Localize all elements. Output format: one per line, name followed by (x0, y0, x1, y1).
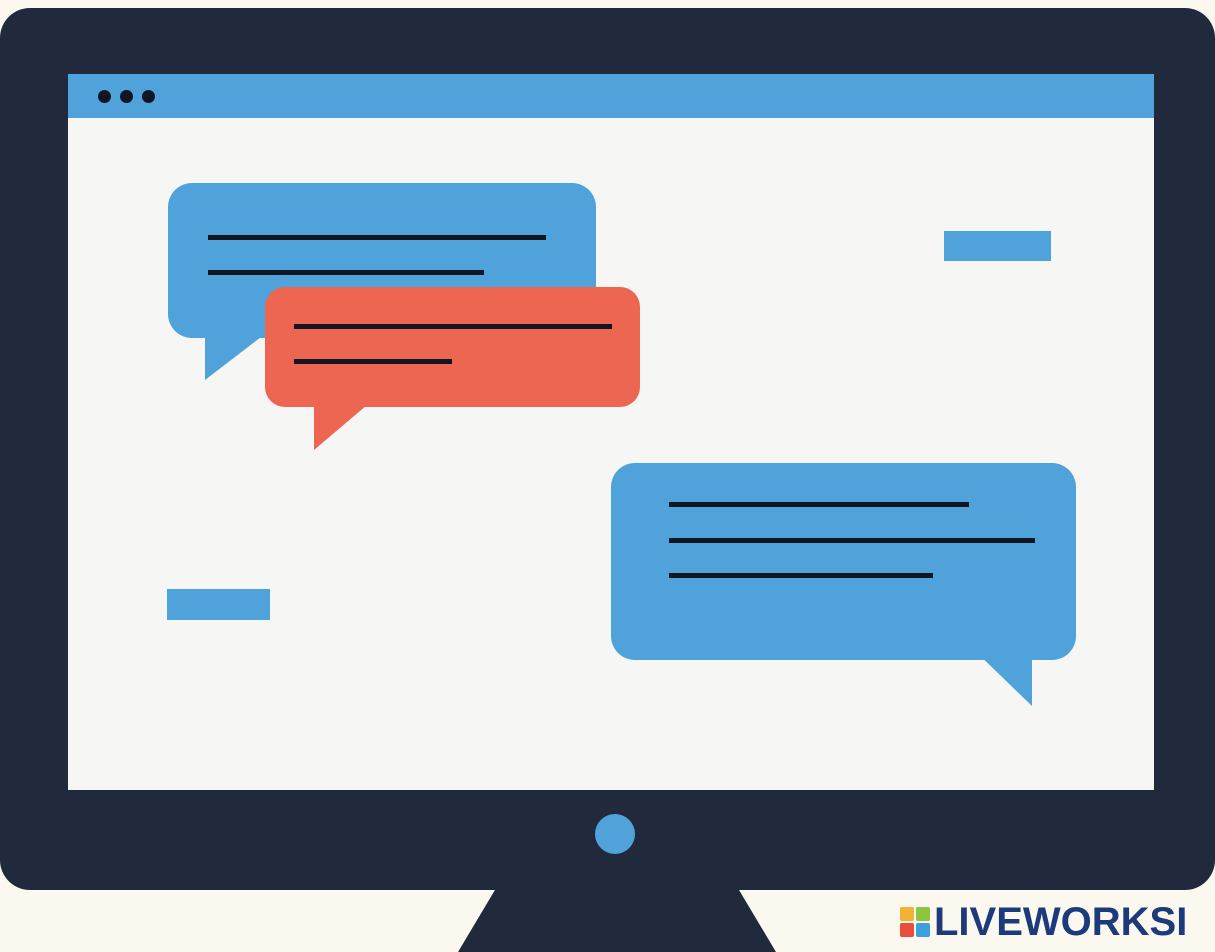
chat-bubbles (168, 183, 1076, 706)
power-button (595, 814, 635, 854)
chat-bubble-blue (611, 463, 1076, 706)
watermark-text: LIVEWORKSI (934, 900, 1188, 944)
chat-bubble-red (265, 287, 640, 450)
text-line (669, 502, 969, 507)
liveworksheets-logo-icon (900, 907, 930, 937)
monitor-screen (68, 74, 1154, 790)
monitor-stand (458, 888, 776, 952)
text-line (208, 235, 546, 240)
text-line (208, 270, 484, 275)
text-line (669, 573, 933, 578)
watermark: LIVEWORKSI (900, 900, 1187, 944)
text-line (294, 359, 452, 364)
text-line (669, 538, 1035, 543)
text-line (294, 324, 612, 329)
